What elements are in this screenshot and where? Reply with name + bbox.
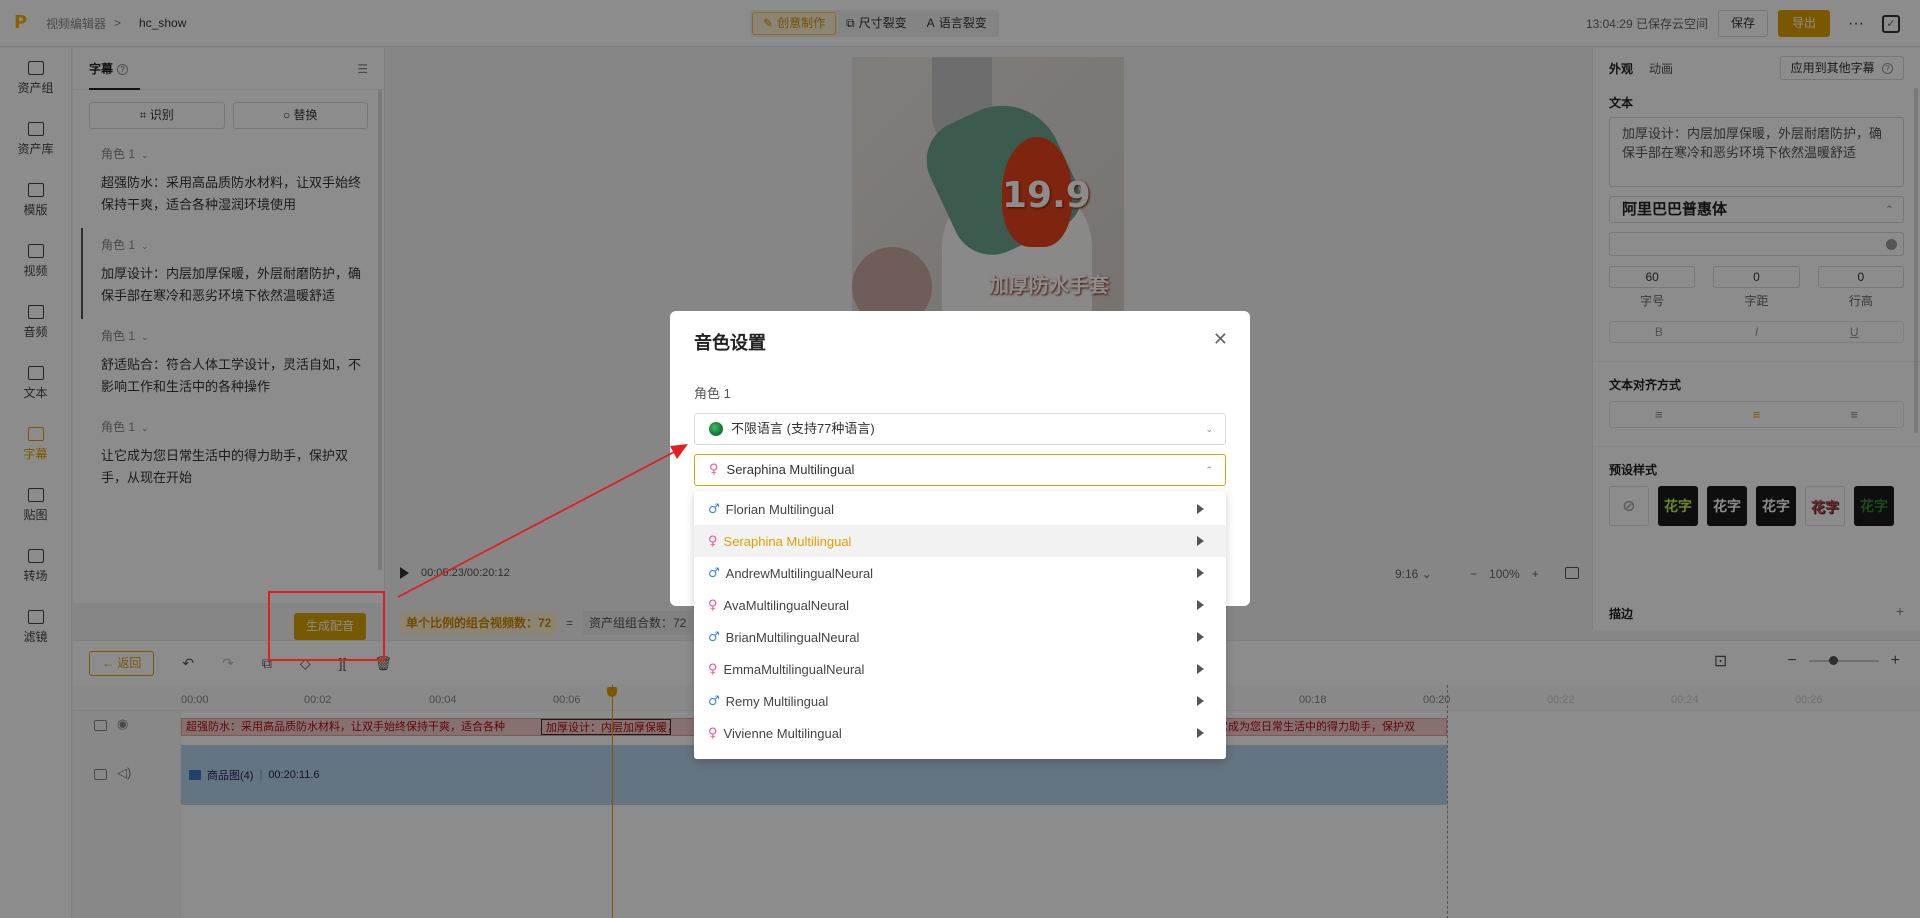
annotation-highlight-box	[268, 591, 385, 661]
language-select[interactable]: 不限语言 (支持77种语言) ⌄	[694, 413, 1226, 445]
voice-option[interactable]: ♂ BrianMultilingualNeural	[694, 621, 1226, 653]
role-label: 角色 1	[694, 386, 731, 401]
play-preview-icon[interactable]	[1197, 664, 1204, 674]
voice-dropdown: ♂ Florian Multilingual ♀ Seraphina Multili…	[694, 491, 1226, 759]
voice-option[interactable]: ♂ AndrewMultilingualNeural	[694, 557, 1226, 589]
language-value: 不限语言 (支持77种语言)	[731, 421, 875, 436]
chevron-up-icon: ⌃	[1205, 465, 1213, 475]
voice-option[interactable]: ♂ Florian Multilingual	[694, 493, 1226, 525]
close-icon[interactable]: ✕	[1213, 329, 1228, 350]
male-icon: ♂	[708, 565, 720, 581]
voice-option-label: EmmaMultilingualNeural	[723, 661, 865, 677]
voice-option-label: AvaMultilingualNeural	[723, 597, 850, 613]
female-icon: ♀	[708, 725, 718, 741]
play-preview-icon[interactable]	[1197, 632, 1204, 642]
voice-option-label: Remy Multilingual	[725, 693, 829, 709]
voice-option-label: BrianMultilingualNeural	[725, 629, 860, 645]
play-preview-icon[interactable]	[1197, 536, 1204, 546]
modal-title: 音色设置	[694, 333, 766, 353]
female-icon: ♀	[708, 597, 718, 613]
female-icon: ♀	[708, 533, 718, 549]
voice-option-label: Seraphina Multilingual	[723, 533, 852, 549]
play-preview-icon[interactable]	[1197, 504, 1204, 514]
male-icon: ♂	[708, 693, 720, 709]
female-icon: ♀	[709, 462, 719, 477]
play-preview-icon[interactable]	[1197, 600, 1204, 610]
voice-option[interactable]: ♀ AvaMultilingualNeural	[694, 589, 1226, 621]
play-preview-icon[interactable]	[1197, 728, 1204, 738]
voice-option-label: Florian Multilingual	[725, 501, 835, 517]
play-preview-icon[interactable]	[1197, 696, 1204, 706]
voice-select[interactable]: ♀ Seraphina Multilingual ⌃	[694, 454, 1226, 486]
voice-option[interactable]: ♀ Vivienne Multilingual	[694, 717, 1226, 749]
voice-option-label: AndrewMultilingualNeural	[725, 565, 874, 581]
male-icon: ♂	[708, 501, 720, 517]
male-icon: ♂	[708, 629, 720, 645]
voice-option[interactable]: ♂ Remy Multilingual	[694, 685, 1226, 717]
voice-option-label: Vivienne Multilingual	[723, 725, 842, 741]
globe-icon	[709, 422, 723, 436]
female-icon: ♀	[708, 661, 718, 677]
chevron-down-icon: ⌄	[1205, 424, 1213, 434]
voice-option-selected[interactable]: ♀ Seraphina Multilingual	[694, 525, 1226, 557]
voice-value: Seraphina Multilingual	[726, 462, 855, 477]
play-preview-icon[interactable]	[1197, 568, 1204, 578]
voice-option[interactable]: ♀ EmmaMultilingualNeural	[694, 653, 1226, 685]
